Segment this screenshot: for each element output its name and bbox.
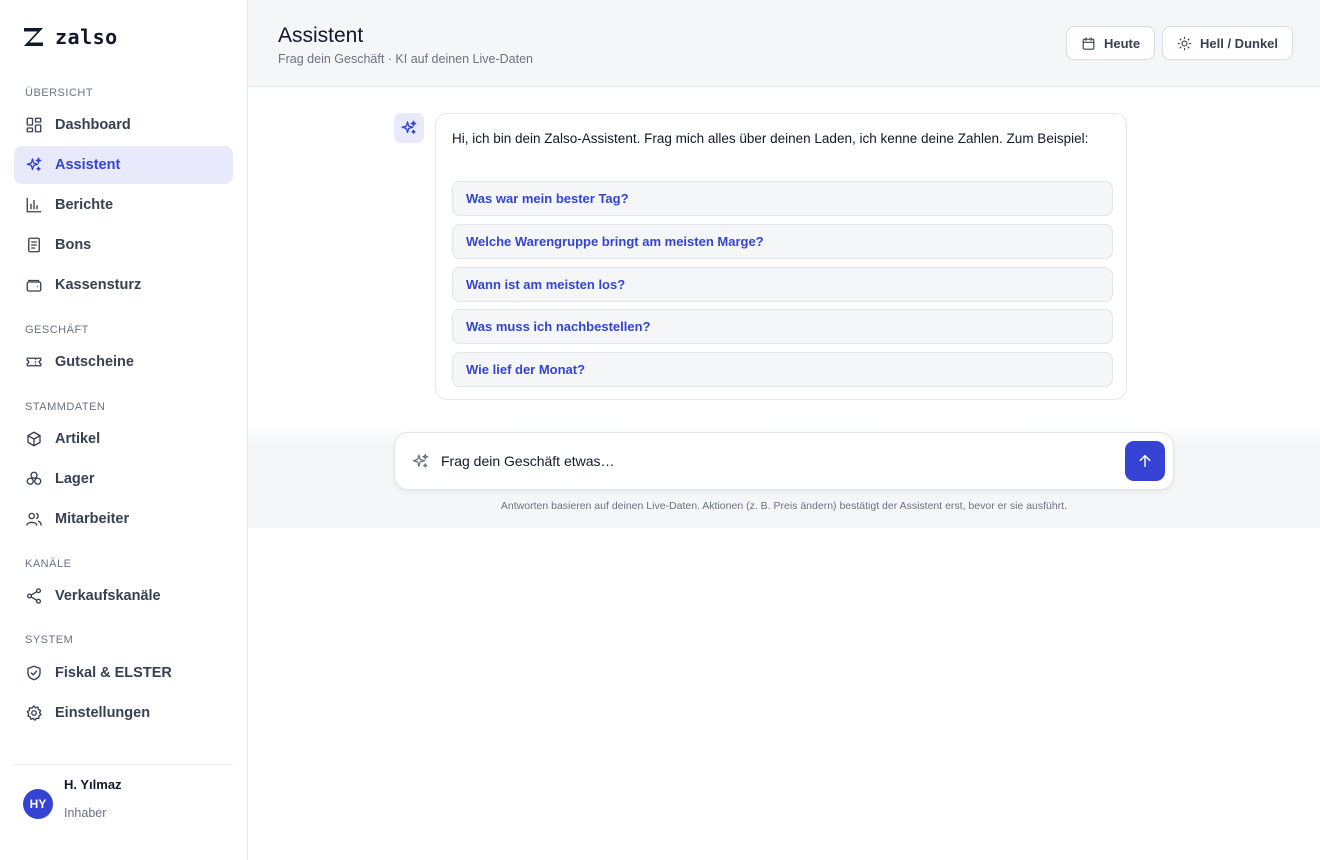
sidebar-item-verkaufskanaele[interactable]: Verkaufskanäle	[14, 577, 233, 615]
user-role: Inhaber	[64, 806, 107, 820]
assistant-greeting: Hi, ich bin dein Zalso-Assistent. Frag m…	[452, 131, 1089, 146]
sidebar-item-dashboard[interactable]: Dashboard	[14, 106, 233, 144]
logo[interactable]: zalso	[22, 24, 118, 50]
sparkle-icon	[26, 157, 42, 171]
ticket-icon	[26, 357, 42, 367]
arrow-up-icon	[1139, 454, 1151, 468]
wallet-icon	[26, 279, 42, 292]
calendar-icon	[1082, 36, 1095, 50]
user-name: H. Yılmaz	[64, 777, 122, 792]
avatar[interactable]: HY	[23, 789, 53, 819]
suggestion-month[interactable]: Wie lief der Monat?	[452, 352, 1113, 387]
theme-label: Hell / Dunkel	[1200, 35, 1279, 51]
section-label-uebersicht: ÜBERSICHT	[25, 87, 94, 99]
sun-icon	[1177, 36, 1192, 50]
composer-disclaimer: Antworten basieren auf deinen Live-Daten…	[500, 500, 1068, 512]
sidebar-item-label: Bons	[55, 237, 92, 253]
assistant-avatar	[394, 113, 424, 143]
zalso-logo-icon	[24, 28, 43, 46]
sidebar-item-label: Verkaufskanäle	[55, 588, 161, 604]
sidebar-item-label: Artikel	[55, 431, 101, 447]
suggestion-best-day[interactable]: Was war mein bester Tag?	[452, 181, 1113, 216]
sidebar-item-label: Lager	[55, 471, 95, 487]
chat-input[interactable]	[441, 447, 1111, 475]
sidebar-item-assistent[interactable]: Assistent	[14, 146, 233, 184]
sidebar-item-berichte[interactable]: Berichte	[14, 186, 233, 224]
sparkle-icon	[412, 453, 429, 468]
page-header: Assistent Frag dein Geschäft · KI auf de…	[248, 0, 1320, 87]
suggestion-margin[interactable]: Welche Warengruppe bringt am meisten Mar…	[452, 224, 1113, 259]
today-label: Heute	[1104, 35, 1141, 51]
sidebar-item-fiskal-elster[interactable]: Fiskal & ELSTER	[14, 654, 233, 692]
page-title: Assistent	[278, 24, 364, 47]
sidebar-item-gutscheine[interactable]: Gutscheine	[14, 343, 233, 381]
bar-chart-icon	[26, 197, 42, 213]
send-button[interactable]	[1125, 441, 1165, 481]
theme-toggle-button[interactable]: Hell / Dunkel	[1162, 26, 1294, 60]
shield-icon	[27, 665, 41, 681]
sidebar-item-label: Dashboard	[55, 117, 131, 133]
users-icon	[26, 512, 42, 526]
sidebar-item-bons[interactable]: Bons	[14, 226, 233, 264]
sidebar-item-label: Einstellungen	[55, 705, 151, 721]
share-icon	[26, 588, 42, 604]
section-label-system: SYSTEM	[25, 634, 74, 646]
receipt-icon	[28, 237, 40, 253]
sidebar-item-artikel[interactable]: Artikel	[14, 420, 233, 458]
grid-icon	[26, 117, 42, 133]
assistant-message: Hi, ich bin dein Zalso-Assistent. Frag m…	[435, 113, 1127, 400]
logo-text: zalso	[55, 25, 118, 49]
suggestion-reorder[interactable]: Was muss ich nachbestellen?	[452, 309, 1113, 344]
sidebar-item-label: Berichte	[55, 197, 114, 213]
section-label-stammdaten: STAMMDATEN	[25, 401, 106, 413]
sidebar-item-label: Kassensturz	[55, 277, 142, 293]
user-divider	[14, 764, 233, 765]
sidebar-item-label: Assistent	[55, 157, 121, 173]
sparkle-icon	[401, 120, 417, 134]
sidebar-item-lager[interactable]: Lager	[14, 460, 233, 498]
suggestion-busiest-time[interactable]: Wann ist am meisten los?	[452, 267, 1113, 302]
box-icon	[27, 431, 41, 447]
composer	[394, 432, 1174, 490]
sidebar-item-mitarbeiter[interactable]: Mitarbeiter	[14, 500, 233, 538]
section-label-geschaeft: GESCHÄFT	[25, 324, 89, 336]
page-subtitle: Frag dein Geschäft · KI auf deinen Live-…	[278, 52, 534, 66]
sidebar-item-label: Fiskal & ELSTER	[55, 665, 172, 681]
sidebar-item-label: Mitarbeiter	[55, 511, 130, 527]
stock-icon	[26, 471, 42, 485]
section-label-kanaele: KANÄLE	[25, 558, 72, 570]
today-button[interactable]: Heute	[1066, 26, 1156, 60]
sidebar-item-einstellungen[interactable]: Einstellungen	[14, 694, 233, 732]
sidebar-item-kassensturz[interactable]: Kassensturz	[14, 266, 233, 304]
sidebar-item-label: Gutscheine	[55, 354, 134, 370]
sidebar: zalso ÜBERSICHT Dashboard Assistent Beri…	[0, 0, 248, 860]
gear-icon	[26, 705, 42, 721]
